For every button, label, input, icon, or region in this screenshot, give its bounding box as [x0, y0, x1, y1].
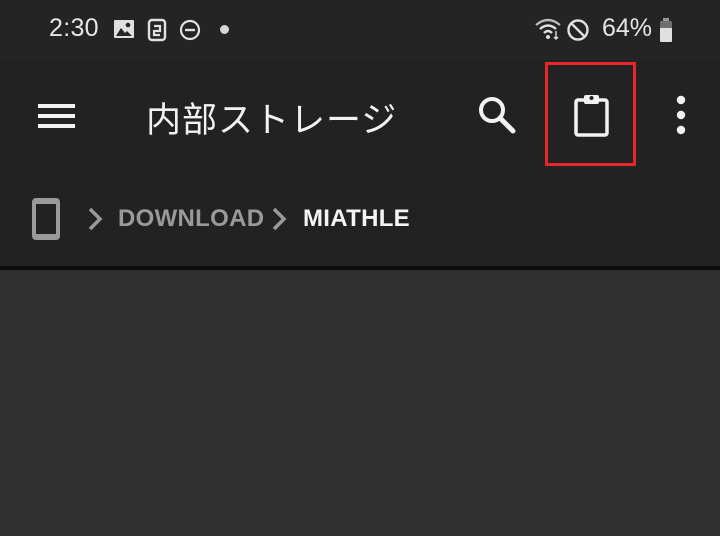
chevron-right-icon	[88, 207, 103, 231]
status-bar: 2:30 64%	[0, 0, 720, 60]
breadcrumb-item-download[interactable]: DOWNLOAD	[118, 205, 264, 233]
status-time: 2:30	[49, 14, 99, 42]
file-list-area	[0, 270, 720, 536]
battery-percent: 64%	[602, 14, 653, 42]
screenshot-icon	[147, 18, 167, 42]
breadcrumb-item-miathle[interactable]: MIATHLE	[303, 205, 410, 233]
blocked-icon	[567, 19, 589, 41]
hamburger-menu-icon	[38, 104, 75, 128]
search-icon	[479, 97, 516, 134]
phone-icon[interactable]	[28, 196, 64, 242]
menu-button[interactable]	[30, 90, 82, 142]
screen: 2:30 64% 内部ストレージ DOWNLOAD MIATHLE	[0, 0, 720, 536]
chevron-right-icon	[272, 207, 287, 231]
wifi-icon	[535, 18, 561, 40]
overflow-menu-button[interactable]	[664, 90, 698, 142]
notification-dot-icon	[220, 25, 229, 34]
do-not-disturb-icon	[179, 19, 201, 41]
highlight-box	[545, 62, 636, 166]
breadcrumb: DOWNLOAD MIATHLE	[0, 172, 720, 266]
battery-icon	[660, 18, 672, 42]
page-title: 内部ストレージ	[146, 101, 398, 141]
search-button[interactable]	[472, 90, 522, 140]
image-icon	[114, 20, 134, 38]
more-vert-icon	[676, 95, 686, 135]
